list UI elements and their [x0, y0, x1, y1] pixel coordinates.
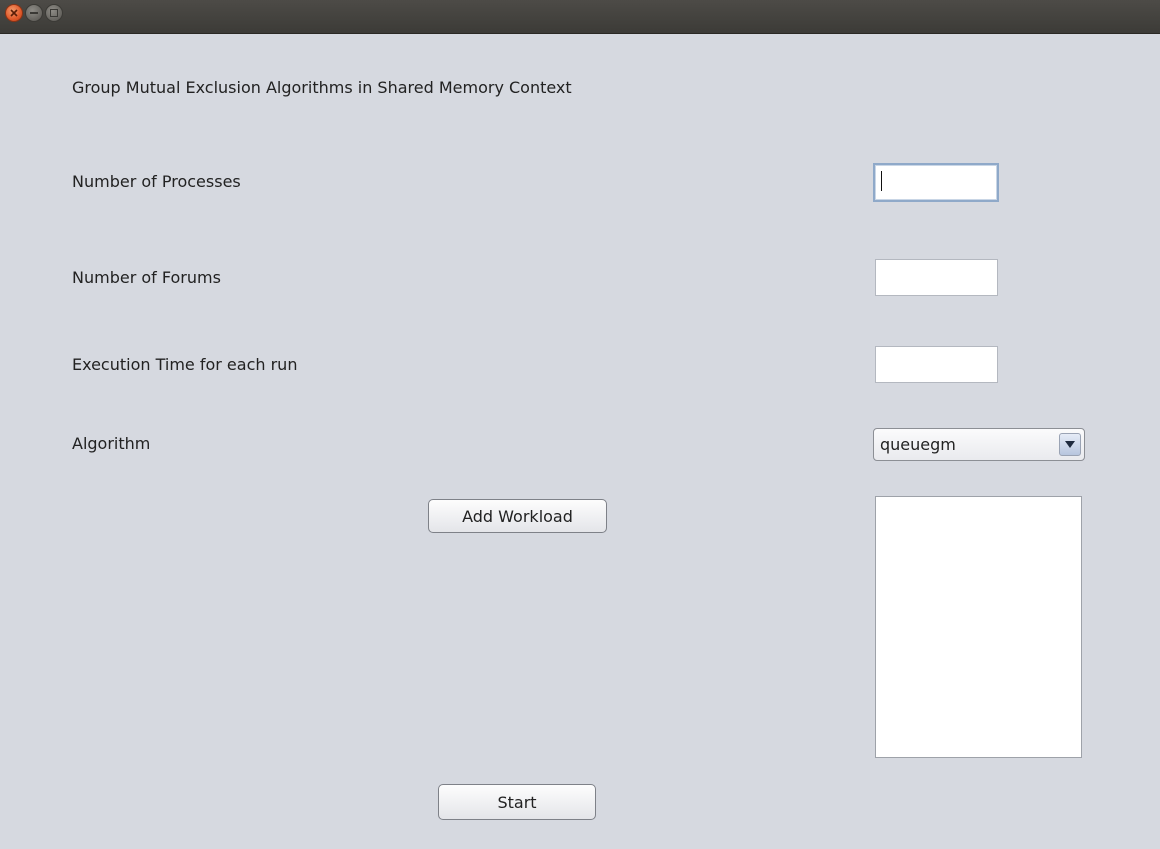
algorithm-selected-value: queuegm [880, 435, 956, 454]
title-bar [0, 0, 1160, 34]
algorithm-select[interactable]: queuegm [873, 428, 1085, 461]
workload-list[interactable] [875, 496, 1082, 758]
forums-label: Number of Forums [72, 268, 221, 287]
processes-label: Number of Processes [72, 172, 241, 191]
text-caret [881, 171, 882, 191]
minimize-icon[interactable] [25, 4, 43, 22]
add-workload-button[interactable]: Add Workload [428, 499, 607, 533]
forums-input[interactable] [875, 259, 998, 296]
start-button[interactable]: Start [438, 784, 596, 820]
processes-input[interactable] [873, 163, 999, 202]
algorithm-label: Algorithm [72, 434, 151, 453]
chevron-down-icon[interactable] [1059, 433, 1081, 456]
app-window: Group Mutual Exclusion Algorithms in Sha… [0, 0, 1160, 849]
execution-time-input[interactable] [875, 346, 998, 383]
execution-time-label: Execution Time for each run [72, 355, 298, 374]
page-title: Group Mutual Exclusion Algorithms in Sha… [72, 78, 572, 97]
close-icon[interactable] [5, 4, 23, 22]
maximize-icon[interactable] [45, 4, 63, 22]
